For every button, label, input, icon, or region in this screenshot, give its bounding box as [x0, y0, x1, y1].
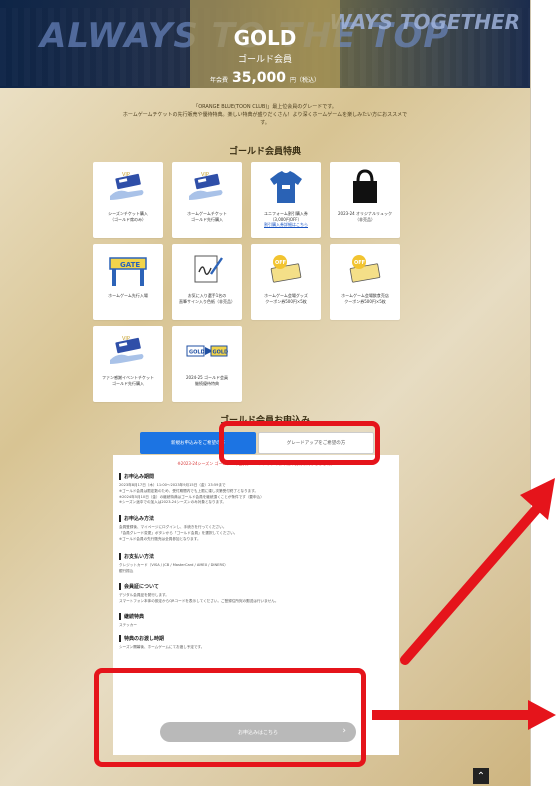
benefit-label: ホームゲームチケット ゴールド先行購入 [187, 211, 227, 222]
apply-section-heading: 継続特典 [119, 613, 389, 620]
intro-text: 「ORANGE BLUE(TOON CLUB)」最上位会員のグレードです。 ホー… [120, 103, 410, 127]
intro-line-2: ホームゲームチケットの先行販売や優待特典。楽しい特典が盛りだくさん！より深くホー… [122, 112, 408, 126]
benefit-card: GOLD GOLD 2024-25 ゴールド会員 継続優待特典 [172, 326, 242, 402]
benefits-grid: VIP シーズンチケット購入 （ゴールド席のみ） VIP ホームゲームチケット ゴール… [93, 162, 401, 402]
ticket-hand-icon: VIP [93, 168, 163, 206]
benefit-detail-link[interactable]: 割引購入券詳細はこちら [253, 222, 319, 228]
intro-line-1: 「ORANGE BLUE(TOON CLUB)」最上位会員のグレードです。 [193, 104, 337, 110]
svg-text:VIP: VIP [122, 172, 130, 178]
apply-section-heading: お申込み方法 [119, 515, 389, 522]
benefit-label: 2023-24 オリジナルリュック （非売品） [338, 211, 392, 222]
benefit-label: ホームゲーム会場飲食売店 クーポン券500円×5枚 [341, 293, 389, 304]
uniform-shirt-icon [251, 168, 321, 206]
apply-section: お申込み方法会員登録後、マイページにログインし、手続きを行ってください。 「会員… [119, 515, 389, 542]
hero-banner: ALWAYS TO THE TOP WAYS TOGETHER GOLD ゴール… [0, 0, 530, 88]
apply-section-body: デジタル会員証を発行します。 スマートフォン本体の設定からQRコードを表示してく… [119, 593, 279, 603]
benefit-label: シーズンチケット購入 （ゴールド席のみ） [108, 211, 148, 222]
svg-text:VIP: VIP [201, 172, 209, 178]
apply-section: 会員証について デジタル会員証を発行します。 スマートフォン本体の設定からQRコー… [119, 583, 389, 605]
svg-text:GATE: GATE [120, 261, 140, 269]
benefit-label: お気に入り選手1名の 直筆サイン入り色紙（非売品） [179, 293, 235, 304]
price-suffix: 円（税込） [290, 77, 321, 84]
svg-text:GOLD: GOLD [189, 350, 205, 356]
apply-section-body: 2023年8月17日（木）11:00〜2023年9月15日（金）23:59まで … [119, 483, 264, 505]
benefit-card: VIP ファン感謝イベントチケット ゴールド先行購入 [93, 326, 163, 402]
svg-text:VIP: VIP [122, 336, 130, 342]
apply-section: お支払い方法 クレジットカード（VISA / JCB / MasterCard /… [119, 553, 389, 575]
benefit-card: お気に入り選手1名の 直筆サイン入り色紙（非売品） [172, 244, 242, 320]
apply-section-body: ステッカー [119, 623, 137, 627]
page-top-button[interactable]: ⌃ [473, 768, 489, 784]
highlight-apply-button [94, 668, 366, 767]
apply-section-heading: 特典のお渡し時期 [119, 635, 389, 642]
benefit-label: ホームゲーム会場グッズ クーポン券500円×5枚 [264, 293, 308, 304]
apply-section: お申込み期間 2023年8月17日（木）11:00〜2023年9月15日（金）23… [119, 473, 389, 506]
tote-bag-icon [330, 168, 400, 206]
benefit-label: 2024-25 ゴールド会員 継続優待特典 [186, 375, 228, 386]
price-prefix: 年会費 [209, 77, 228, 84]
benefit-card: ユニフォーム割引購入券 （3,000円OFF） 割引購入券詳細はこちら [251, 162, 321, 238]
apply-section: 継続特典 ステッカー [119, 613, 389, 629]
off-coupon-icon: OFF [330, 250, 400, 288]
apply-section-body: シーズン開幕後、ホームゲームにてお渡し予定です。 [119, 645, 205, 649]
apply-section-heading: お支払い方法 [119, 553, 389, 560]
gate-icon: GATE [93, 250, 163, 288]
benefit-card: GATE ホームゲーム先行入場 [93, 244, 163, 320]
signature-pen-icon [172, 250, 242, 288]
benefits-title: ゴールド会員特典 [228, 147, 301, 157]
plan-title: GOLD [233, 26, 297, 50]
ticket-hand-icon: VIP [93, 332, 163, 370]
svg-text:OFF: OFF [354, 260, 365, 266]
svg-text:OFF: OFF [275, 260, 286, 266]
gold-gold-icon: GOLD GOLD [172, 332, 242, 370]
benefit-card: VIP シーズンチケット購入 （ゴールド席のみ） [93, 162, 163, 238]
apply-section-body: 会員登録後、マイページにログインし、手続きを行ってください。 「会員グレード変更… [119, 525, 238, 541]
benefit-card: OFF ホームゲーム会場グッズ クーポン券500円×5枚 [251, 244, 321, 320]
highlight-upgrade-tab [219, 421, 380, 465]
apply-section-heading: 会員証について [119, 583, 389, 590]
benefit-label: ファン感謝イベントチケット ゴールド先行購入 [102, 375, 154, 386]
benefit-card: 2023-24 オリジナルリュック （非売品） [330, 162, 400, 238]
svg-text:GOLD: GOLD [213, 350, 229, 356]
benefit-card: OFF ホームゲーム会場飲食売店 クーポン券500円×5枚 [330, 244, 400, 320]
plan-price: 年会費 35,000 円（税込） [0, 70, 530, 86]
apply-section: 特典のお渡し時期 シーズン開幕後、ホームゲームにてお渡し予定です。 [119, 635, 389, 651]
price-value: 35,000 [231, 70, 287, 86]
benefit-label: ホームゲーム先行入場 [108, 293, 148, 298]
ticket-hand-icon: VIP [172, 168, 242, 206]
plan-subtitle: ゴールド会員 [237, 55, 292, 65]
apply-section-body: クレジットカード（VISA / JCB / MasterCard / AMEX … [119, 563, 228, 573]
off-coupon-icon: OFF [251, 250, 321, 288]
apply-section-heading: お申込み期間 [119, 473, 389, 480]
benefit-card: VIP ホームゲームチケット ゴールド先行購入 [172, 162, 242, 238]
